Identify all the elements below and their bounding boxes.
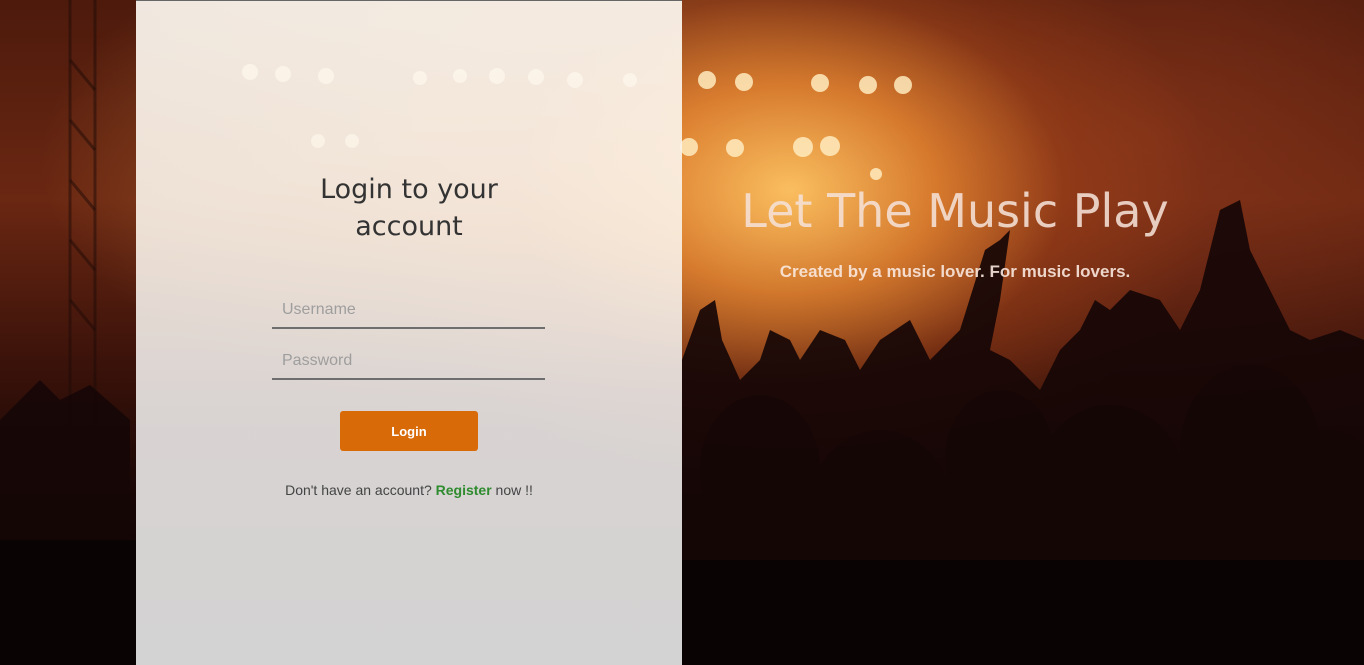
password-input[interactable]: [272, 344, 545, 380]
hero-subtitle: Created by a music lover. For music love…: [779, 262, 1131, 281]
login-button[interactable]: Login: [340, 411, 478, 451]
register-prompt: Don't have an account? Register now !!: [136, 482, 682, 498]
login-panel: Login to your account Login Don't have a…: [136, 0, 682, 665]
username-input[interactable]: [272, 293, 545, 329]
register-suffix-text: now !!: [491, 482, 533, 498]
hero-section: Let The Music Play Created by a music lo…: [682, 0, 1228, 665]
login-heading: Login to your account: [136, 171, 682, 245]
register-prefix-text: Don't have an account?: [285, 482, 436, 498]
login-heading-line2: account: [355, 211, 463, 242]
login-heading-line1: Login to your: [320, 174, 498, 205]
login-page: Login to your account Login Don't have a…: [0, 0, 1364, 665]
register-link[interactable]: Register: [436, 482, 492, 498]
hero-title: Let The Music Play: [741, 184, 1169, 238]
